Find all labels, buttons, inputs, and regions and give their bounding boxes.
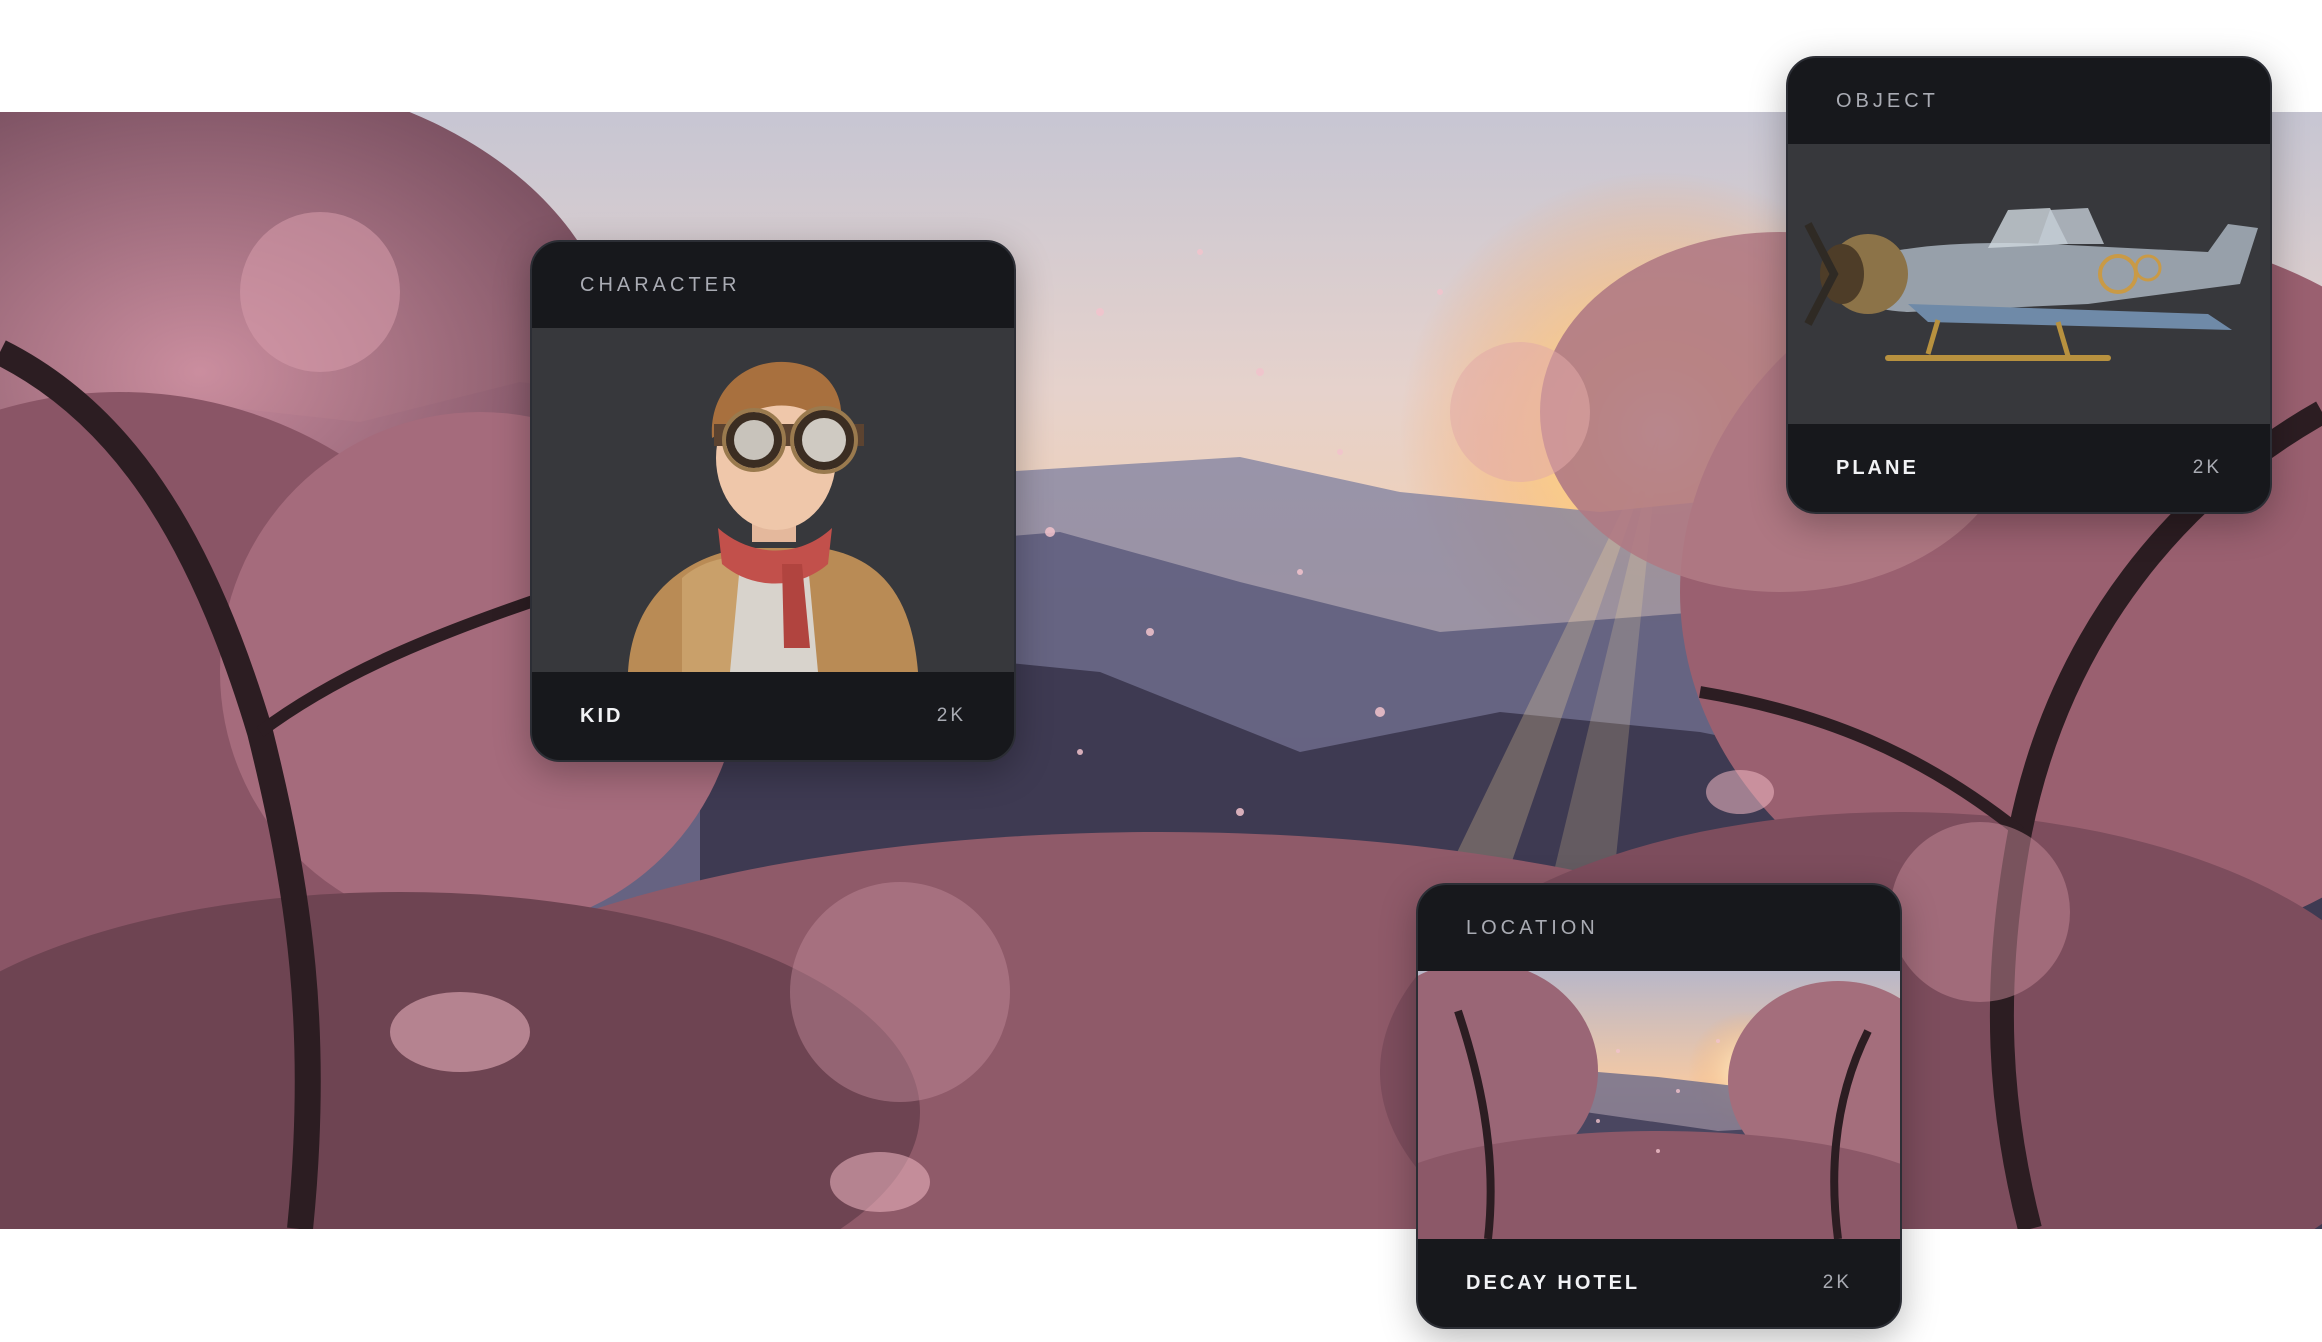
object-card-header: OBJECT — [1788, 58, 2270, 144]
character-category-label: CHARACTER — [580, 273, 741, 296]
location-card-header: LOCATION — [1418, 885, 1900, 971]
object-card-footer: PLANE 2K — [1788, 424, 2270, 512]
object-card[interactable]: OBJECT PLANE 2K — [1786, 56, 2272, 514]
character-resolution-badge: 2K — [936, 705, 966, 726]
kid-thumbnail — [532, 328, 1014, 672]
object-resolution-badge: 2K — [2192, 457, 2222, 478]
decay-hotel-thumbnail — [1418, 971, 1900, 1239]
character-card-footer: KID 2K — [532, 672, 1014, 760]
plane-thumbnail — [1788, 144, 2270, 424]
character-card-header: CHARACTER — [532, 242, 1014, 328]
location-card[interactable]: LOCATION DECAY HOTEL 2K — [1416, 883, 1902, 1329]
location-card-footer: DECAY HOTEL 2K — [1418, 1239, 1900, 1327]
character-card[interactable]: CHARACTER KID 2K — [530, 240, 1016, 762]
object-name: PLANE — [1836, 456, 1919, 479]
location-category-label: LOCATION — [1466, 916, 1599, 939]
object-category-label: OBJECT — [1836, 89, 1939, 112]
character-name: KID — [580, 704, 624, 727]
location-resolution-badge: 2K — [1822, 1272, 1852, 1293]
location-name: DECAY HOTEL — [1466, 1271, 1641, 1294]
